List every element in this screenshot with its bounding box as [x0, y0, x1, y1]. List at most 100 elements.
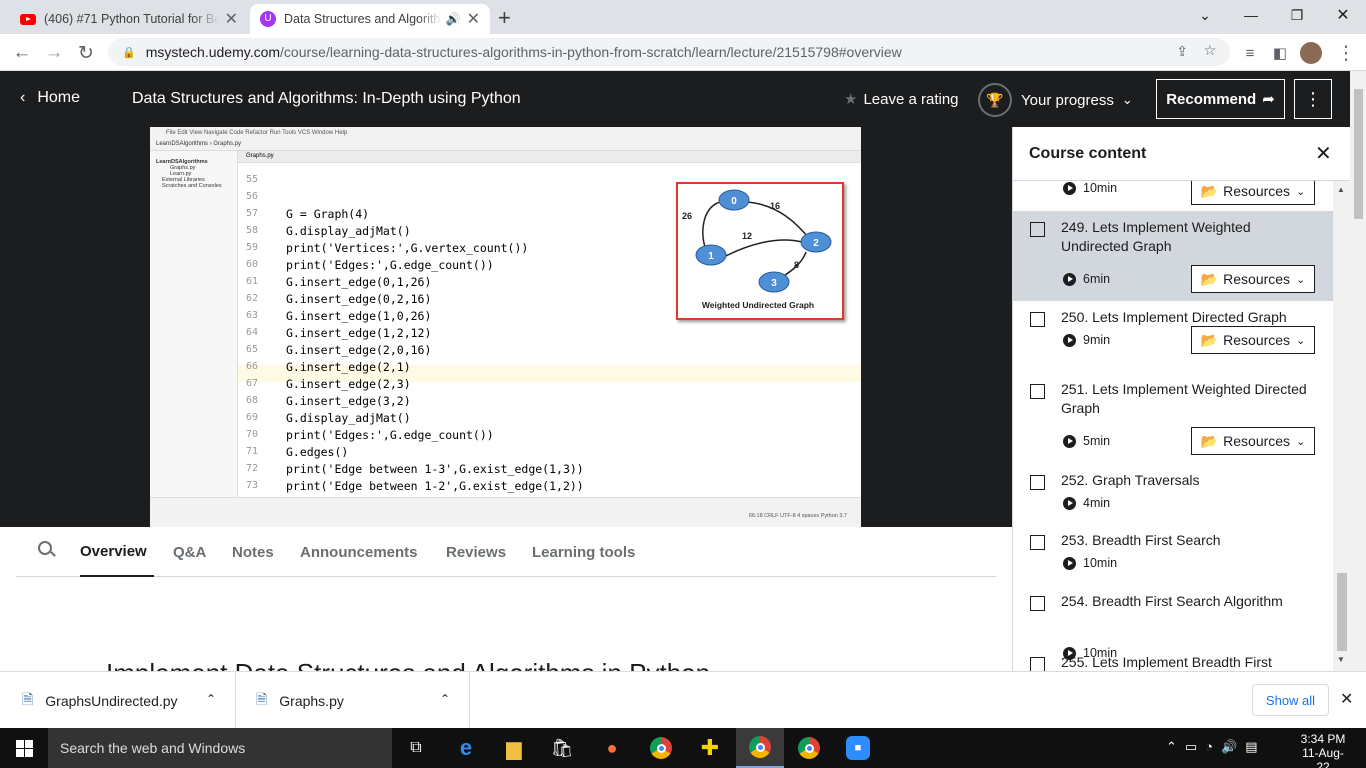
file-explorer-icon[interactable]: ▆: [490, 728, 538, 768]
more-options-button[interactable]: ⋮: [1294, 79, 1332, 119]
firefox-icon[interactable]: ●: [588, 728, 636, 768]
tab-qa[interactable]: Q&A: [173, 527, 206, 577]
lecture-item[interactable]: 252. Graph Traversals 4min: [1013, 464, 1333, 524]
lecture-title: 254. Breadth First Search Algorithm: [1061, 593, 1283, 609]
tab-search-icon[interactable]: ⌄: [1182, 0, 1228, 30]
recommend-button[interactable]: Recommend ➦: [1156, 79, 1285, 119]
minimize-icon[interactable]: —: [1228, 0, 1274, 30]
sidebar-scrollbar[interactable]: ▲ ▼: [1333, 181, 1350, 671]
search-icon[interactable]: [38, 541, 56, 557]
lecture-duration: 10min: [1063, 556, 1117, 570]
scrollbar-thumb[interactable]: [1337, 573, 1347, 651]
browser-tab-youtube[interactable]: (406) #71 Python Tutorial for Beg ✕: [10, 4, 248, 34]
course-title[interactable]: Data Structures and Algorithms: In-Depth…: [132, 90, 521, 108]
play-icon: [1063, 333, 1076, 347]
home-link[interactable]: ‹ Home: [20, 89, 80, 107]
edge-icon[interactable]: e: [442, 728, 490, 768]
lecture-item[interactable]: 253. Breadth First Search 10min: [1013, 524, 1333, 585]
tab-learning-tools[interactable]: Learning tools: [532, 527, 635, 577]
chevron-up-icon[interactable]: ⌃: [206, 692, 216, 706]
code-line: 72 print('Edge between 1-3',G.exist_edge(…: [238, 460, 584, 477]
lecture-checkbox[interactable]: [1030, 596, 1045, 611]
browser-tab-udemy[interactable]: U Data Structures and Algorith 🔊 ✕: [250, 4, 490, 34]
lecture-item[interactable]: 250. Lets Implement Directed Graph 9min 📂 R…: [1013, 301, 1333, 373]
graph-diagram-image: 0 1 2 3 26 16 12 8 Weighted Undirected G…: [676, 182, 844, 320]
zoom-icon[interactable]: ■: [834, 728, 882, 768]
code-line: 55: [238, 171, 286, 188]
code-text: G.edges(): [286, 444, 349, 459]
folder-icon: 📂: [1200, 331, 1219, 348]
lecture-duration: 4min: [1063, 496, 1110, 510]
chrome-active-icon[interactable]: [736, 728, 784, 768]
video-frame-pycharm[interactable]: File Edit View Navigate Code Refactor Ru…: [150, 127, 861, 527]
page-scrollbar[interactable]: [1350, 71, 1366, 671]
duration-text: 10min: [1083, 556, 1118, 570]
reading-list-icon[interactable]: ≡: [1236, 39, 1264, 67]
overview-heading: Implement Data Structures and Algorithms…: [106, 658, 1006, 671]
lecture-item[interactable]: 249. Lets Implement Weighted Undirected …: [1013, 211, 1333, 301]
task-view-icon[interactable]: ⧉: [392, 728, 440, 768]
graph-node: 2: [813, 238, 819, 249]
taskbar-search-box[interactable]: Search the web and Windows: [48, 728, 392, 768]
tab-announcements[interactable]: Announcements: [300, 527, 418, 577]
tab-overview[interactable]: Overview: [80, 527, 154, 577]
lecture-item[interactable]: 255. Lets Implement Breadth First: [1013, 646, 1333, 671]
lecture-item[interactable]: 251. Lets Implement Weighted Directed Gr…: [1013, 373, 1333, 464]
close-tab-icon[interactable]: ✕: [467, 9, 480, 29]
new-tab-icon[interactable]: +: [498, 5, 511, 31]
close-sidebar-icon[interactable]: ✕: [1315, 141, 1332, 166]
lecture-checkbox[interactable]: [1030, 384, 1045, 399]
share-icon[interactable]: ⇪: [1176, 43, 1188, 60]
profile-avatar[interactable]: [1300, 42, 1322, 64]
close-tab-icon[interactable]: ✕: [225, 9, 238, 29]
close-downloads-icon[interactable]: ✕: [1340, 689, 1353, 709]
code-line: 62 G.insert_edge(0,2,16): [238, 290, 431, 307]
resources-button[interactable]: 📂 Resources ⌄: [1191, 326, 1315, 354]
tab-notes[interactable]: Notes: [232, 527, 274, 577]
download-item[interactable]: 🗎 GraphsUndirected.py ⌃: [0, 672, 236, 729]
lecture-checkbox[interactable]: [1030, 657, 1045, 671]
lecture-checkbox[interactable]: [1030, 222, 1045, 237]
resources-button[interactable]: 📂 Resources ⌄: [1191, 177, 1315, 205]
lecture-checkbox[interactable]: [1030, 312, 1045, 327]
lecture-duration: 6min: [1063, 272, 1110, 286]
code-text: G = Graph(4): [286, 206, 370, 221]
leave-rating-button[interactable]: ★ Leave a rating: [844, 90, 959, 109]
taskbar-clock[interactable]: 3:34 PM 11-Aug-22: [1296, 732, 1350, 768]
url-host: msystech.udemy.com: [145, 44, 281, 60]
address-bar[interactable]: 🔒 msystech.udemy.com/course/learning-dat…: [108, 38, 1230, 66]
line-number: 55: [245, 174, 258, 185]
progress-button[interactable]: 🏆 Your progress ⌄: [978, 83, 1133, 117]
restore-icon[interactable]: ❐: [1274, 0, 1320, 30]
lecture-item[interactable]: 254. Breadth First Search Algorithm 10min: [1013, 585, 1333, 660]
show-all-button[interactable]: Show all: [1252, 684, 1329, 716]
reload-icon[interactable]: ↻: [72, 39, 100, 67]
download-item[interactable]: 🗎 Graphs.py ⌃: [236, 672, 470, 729]
chevron-up-icon[interactable]: ⌃: [440, 692, 450, 706]
bookmark-star-icon[interactable]: ☆: [1203, 42, 1216, 59]
browser-menu-icon[interactable]: ⋮: [1332, 39, 1360, 67]
store-icon[interactable]: 🛍: [538, 728, 586, 768]
system-tray-icons[interactable]: ⌃▭◔🔊▤: [1166, 739, 1266, 755]
page-scrollbar-thumb[interactable]: [1354, 89, 1363, 219]
course-content-sidebar: Course content ✕ 10min 📂 Resources ⌄ 249. …: [1012, 127, 1350, 671]
forward-icon[interactable]: →: [40, 39, 68, 67]
close-window-icon[interactable]: ✕: [1320, 0, 1366, 30]
app-plus-icon[interactable]: ✚: [686, 728, 734, 768]
resources-button[interactable]: 📂 Resources ⌄: [1191, 265, 1315, 293]
lecture-checkbox[interactable]: [1030, 535, 1045, 550]
chrome-profile-icon[interactable]: [785, 728, 833, 768]
tab-reviews[interactable]: Reviews: [446, 527, 506, 577]
side-panel-icon[interactable]: ◧: [1266, 39, 1294, 67]
speaker-icon[interactable]: 🔊: [446, 12, 461, 26]
code-text: print('Edge between 1-3',G.exist_edge(1,…: [286, 461, 584, 476]
browser-toolbar: ← → ↻ 🔒 msystech.udemy.com/course/learni…: [0, 34, 1366, 71]
lecture-checkbox[interactable]: [1030, 475, 1045, 490]
resources-button[interactable]: 📂 Resources ⌄: [1191, 427, 1315, 455]
code-text: print('Vertices:',G.vertex_count()): [286, 240, 529, 255]
code-line: 67 G.insert_edge(2,3): [238, 375, 411, 392]
clock-time: 3:34 PM: [1300, 732, 1346, 746]
back-icon[interactable]: ←: [8, 39, 36, 67]
windows-start-icon[interactable]: [0, 728, 48, 768]
chrome-icon[interactable]: [637, 728, 685, 768]
